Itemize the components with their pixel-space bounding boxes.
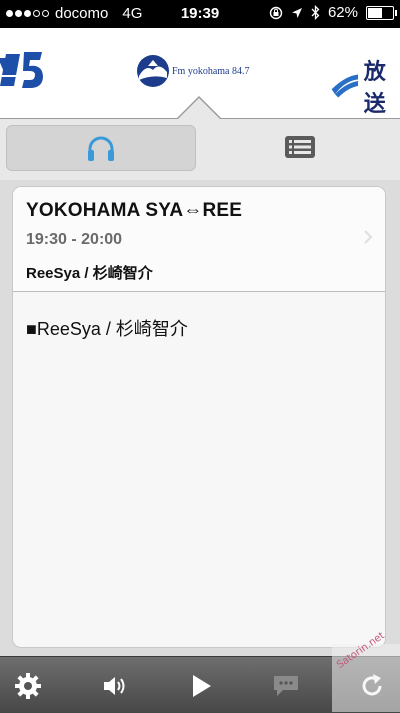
station-right-logo-icon bbox=[331, 74, 359, 98]
location-arrow-icon bbox=[291, 7, 302, 18]
battery-percent: 62% bbox=[327, 4, 358, 21]
bluetooth-icon bbox=[311, 5, 320, 20]
gear-icon bbox=[15, 673, 41, 699]
watermark-box bbox=[332, 644, 400, 712]
station-logo-left[interactable] bbox=[0, 46, 52, 99]
rotation-lock-icon bbox=[269, 6, 283, 19]
selected-station-pointer-fill bbox=[177, 98, 221, 120]
station-logo-center[interactable]: Fm yokohama 84.7 bbox=[136, 54, 250, 88]
chat-button[interactable] bbox=[271, 671, 301, 701]
play-button[interactable] bbox=[186, 671, 216, 701]
chevron-right-icon[interactable] bbox=[363, 229, 373, 245]
tab-listen[interactable] bbox=[6, 125, 196, 171]
program-card: YOKOHAMA SYA⇔REE 19:30 - 20:00 ReeSya / … bbox=[12, 186, 386, 648]
program-title: YOKOHAMA SYA⇔REE bbox=[26, 200, 243, 221]
tab-program-list[interactable] bbox=[206, 125, 394, 169]
fm-yokohama-logo-icon bbox=[137, 55, 169, 87]
station-center-name: Fm yokohama 84.7 bbox=[172, 65, 250, 77]
settings-button[interactable] bbox=[13, 671, 43, 701]
station-logo-right[interactable]: 放送 bbox=[330, 54, 400, 118]
battery-icon bbox=[366, 5, 397, 20]
program-time: 19:30 - 20:00 bbox=[26, 231, 123, 248]
list-icon bbox=[285, 136, 315, 158]
program-description: ■ReeSya / 杉崎智介 bbox=[26, 319, 188, 339]
status-bar: docomo 4G 19:39 62% bbox=[0, 0, 400, 28]
status-right: 62% bbox=[269, 4, 397, 21]
battery-level bbox=[368, 7, 382, 18]
chat-icon bbox=[274, 676, 298, 696]
station-left-logo-icon bbox=[0, 52, 43, 88]
headphones-icon bbox=[88, 136, 114, 161]
play-icon bbox=[193, 675, 211, 697]
program-personality: ReeSya / 杉崎智介 bbox=[26, 265, 153, 282]
view-tab-bar bbox=[0, 118, 400, 181]
speaker-icon bbox=[104, 677, 125, 695]
volume-button[interactable] bbox=[101, 671, 131, 701]
program-header[interactable]: YOKOHAMA SYA⇔REE 19:30 - 20:00 ReeSya / … bbox=[13, 187, 385, 292]
station-right-name: 放送 bbox=[363, 59, 386, 116]
